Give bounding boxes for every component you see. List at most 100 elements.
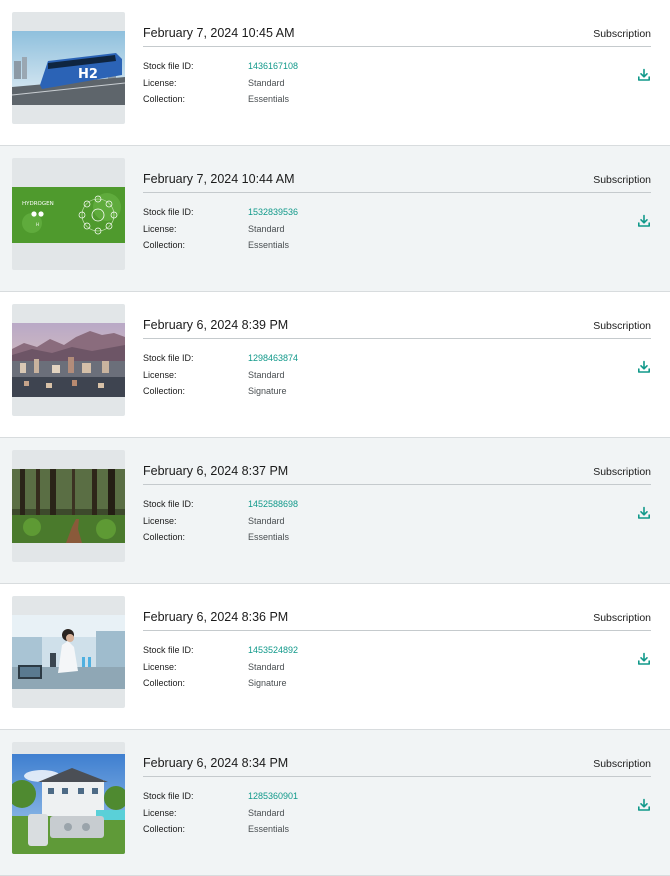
stock-id-value[interactable]: 1436167108 [248,58,298,75]
file-details: Stock file ID: 1298463874 License: Stand… [143,350,298,400]
stock-id-label: Stock file ID: [143,499,194,509]
stock-id-label: Stock file ID: [143,207,194,217]
thumbnail[interactable] [12,304,125,416]
license-value: Standard [248,807,285,818]
license-line: License: Standard [143,659,298,676]
file-details: Stock file ID: 1532839536 License: Stand… [143,204,298,254]
stock-id-value[interactable]: 1532839536 [248,204,298,221]
collection-line: Collection: Signature [143,383,298,400]
collection-value: Essentials [248,824,290,834]
stock-id-line: Stock file ID: 1285360901 [143,788,298,805]
download-date: February 6, 2024 8:37 PM [143,464,289,478]
divider [143,630,651,631]
collection-label: Collection: [143,94,186,104]
divider [143,46,651,47]
collection-label: Collection: [143,240,186,250]
license-value: Standard [248,223,285,234]
collection-value: Essentials [248,240,290,250]
download-icon[interactable] [637,360,651,374]
divider [143,776,651,777]
license-line: License: Standard [143,367,298,384]
collection-value: Signature [248,386,287,396]
stock-id-label: Stock file ID: [143,353,194,363]
file-details: Stock file ID: 1436167108 License: Stand… [143,58,298,108]
license-type: Subscription [593,320,651,332]
thumbnail[interactable]: H2 [12,12,125,124]
license-type: Subscription [593,174,651,186]
download-history-list: H2 February 7, 2024 10:45 AM Subscriptio… [0,0,670,876]
stock-id-line: Stock file ID: 1532839536 [143,204,298,221]
license-type: Subscription [593,612,651,624]
divider [143,338,651,339]
collection-label: Collection: [143,532,186,542]
collection-line: Collection: Essentials [143,821,298,838]
license-line: License: Standard [143,805,298,822]
stock-id-value[interactable]: 1452588698 [248,496,298,513]
forest-photo [12,469,125,543]
download-icon[interactable] [637,652,651,666]
download-icon[interactable] [637,68,651,82]
collection-line: Collection: Essentials [143,91,298,108]
license-value: Standard [248,369,285,380]
thumbnail[interactable] [12,450,125,562]
collection-value: Signature [248,678,287,688]
download-icon[interactable] [637,506,651,520]
divider [143,484,651,485]
license-label: License: [143,77,177,88]
download-history-row: February 6, 2024 8:36 PM Subscription St… [0,584,670,730]
download-icon[interactable] [637,798,651,812]
stock-id-line: Stock file ID: 1436167108 [143,58,298,75]
license-line: License: Standard [143,75,298,92]
thumbnail[interactable]: HYDROGEN H [12,158,125,270]
city-photo [12,323,125,397]
stock-id-line: Stock file ID: 1298463874 [143,350,298,367]
tram-photo: H2 [12,31,125,105]
file-details: Stock file ID: 1453524892 License: Stand… [143,642,298,692]
collection-line: Collection: Signature [143,675,298,692]
download-history-row: HYDROGEN H February 7, 2024 10:44 AM Subs… [0,146,670,292]
license-line: License: Standard [143,513,298,530]
download-history-row: H2 February 7, 2024 10:45 AM Subscriptio… [0,0,670,146]
hydrogen-illustration: HYDROGEN H [12,187,125,243]
collection-line: Collection: Essentials [143,529,298,546]
license-line: License: Standard [143,221,298,238]
download-date: February 7, 2024 10:45 AM [143,26,295,40]
license-label: License: [143,515,177,526]
license-label: License: [143,807,177,818]
download-date: February 6, 2024 8:34 PM [143,756,289,770]
license-label: License: [143,369,177,380]
thumbnail[interactable] [12,742,125,854]
collection-label: Collection: [143,678,186,688]
license-type: Subscription [593,466,651,478]
thumb-caption: HYDROGEN [22,201,54,207]
file-details: Stock file ID: 1452588698 License: Stand… [143,496,298,546]
stock-id-label: Stock file ID: [143,645,194,655]
file-details: Stock file ID: 1285360901 License: Stand… [143,788,298,838]
license-value: Standard [248,515,285,526]
collection-line: Collection: Essentials [143,237,298,254]
svg-text:H: H [36,222,39,227]
download-date: February 6, 2024 8:39 PM [143,318,289,332]
stock-id-value[interactable]: 1285360901 [248,788,298,805]
stock-id-value[interactable]: 1298463874 [248,350,298,367]
license-label: License: [143,661,177,672]
download-icon[interactable] [637,214,651,228]
collection-label: Collection: [143,386,186,396]
license-value: Standard [248,77,285,88]
stock-id-label: Stock file ID: [143,61,194,71]
collection-value: Essentials [248,532,290,542]
stock-id-value[interactable]: 1453524892 [248,642,298,659]
collection-value: Essentials [248,94,290,104]
house-photo [12,754,125,854]
lab-photo [12,615,125,689]
stock-id-line: Stock file ID: 1453524892 [143,642,298,659]
license-value: Standard [248,661,285,672]
svg-text:H2: H2 [78,67,98,82]
download-history-row: February 6, 2024 8:39 PM Subscription St… [0,292,670,438]
license-type: Subscription [593,28,651,40]
download-date: February 6, 2024 8:36 PM [143,610,289,624]
divider [143,192,651,193]
stock-id-line: Stock file ID: 1452588698 [143,496,298,513]
thumbnail[interactable] [12,596,125,708]
download-history-row: February 6, 2024 8:34 PM Subscription St… [0,730,670,876]
